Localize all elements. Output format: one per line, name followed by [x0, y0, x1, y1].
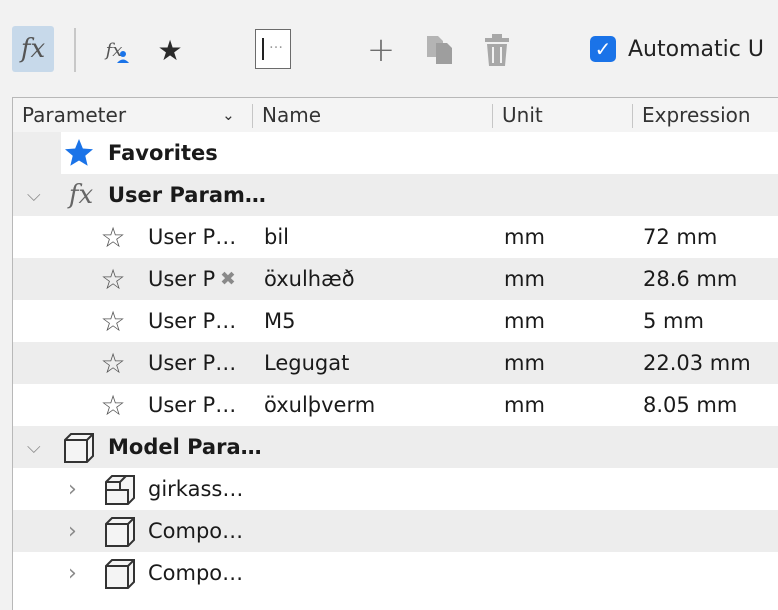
table-row[interactable]: ☆ User P… M5 mm 5 mm — [13, 300, 778, 342]
column-divider[interactable] — [632, 104, 633, 128]
expand-chevron-icon[interactable]: › — [68, 468, 77, 510]
column-divider[interactable] — [252, 104, 253, 128]
parameters-fx-button[interactable]: fx — [12, 26, 54, 72]
name-cell[interactable]: öxulhæð — [264, 258, 355, 300]
automatic-update-checkbox[interactable]: ✓ — [590, 36, 616, 62]
model-row[interactable]: › Compo… — [13, 510, 778, 552]
user-parameter-button[interactable]: fx — [98, 30, 138, 70]
column-divider[interactable] — [492, 104, 493, 128]
model-row-label: Compo… — [148, 561, 244, 585]
parameter-cell: User P… — [148, 351, 237, 375]
name-cell[interactable]: M5 — [264, 300, 295, 342]
column-header-name[interactable]: Name — [262, 98, 321, 132]
model-parameters-group-row[interactable]: ⌵ Model Para… — [13, 426, 778, 468]
parameter-cell: User P… — [148, 225, 237, 249]
favorites-star-icon — [61, 132, 97, 174]
user-parameters-group-row[interactable]: ⌵ fx User Param… — [13, 174, 778, 216]
expand-chevron-icon[interactable]: › — [68, 510, 77, 552]
parameters-table: Parameter ⌄ Name Unit Expression Favorit… — [12, 97, 778, 610]
model-row-label: Compo… — [148, 519, 244, 543]
delete-trash-icon[interactable] — [480, 30, 514, 70]
sort-chevron-icon[interactable]: ⌄ — [222, 106, 235, 124]
model-row[interactable]: › girkass… — [13, 468, 778, 510]
parameter-cell: User P… — [148, 393, 237, 417]
collapse-chevron-icon[interactable]: ⌵ — [27, 174, 41, 216]
row-gutter — [13, 132, 61, 174]
expression-cell[interactable]: 22.03 mm — [643, 342, 751, 384]
favorite-star-outline-icon[interactable]: ☆ — [97, 216, 129, 258]
automatic-update-label: Automatic U — [628, 36, 764, 62]
column-header-unit[interactable]: Unit — [502, 98, 543, 132]
favorite-star-outline-icon[interactable]: ☆ — [97, 384, 129, 426]
add-plus-icon[interactable]: + — [364, 30, 398, 70]
name-cell[interactable]: Legugat — [264, 342, 349, 384]
group-label: User Param… — [108, 183, 266, 207]
favorites-label: Favorites — [108, 141, 218, 165]
unit-cell[interactable]: mm — [504, 342, 545, 384]
model-row[interactable]: › Compo… — [13, 552, 778, 594]
expand-chevron-icon[interactable]: › — [68, 552, 77, 594]
delete-x-icon[interactable]: ✖ — [218, 258, 238, 300]
parameter-cell: User P… — [148, 309, 237, 333]
text-caret — [262, 38, 264, 60]
expression-cell[interactable]: 28.6 mm — [643, 258, 737, 300]
column-label: Expression — [642, 103, 751, 127]
expression-cell[interactable]: 5 mm — [643, 300, 704, 342]
column-label: Unit — [502, 103, 543, 127]
assembly-icon — [102, 468, 138, 510]
model-row-label: girkass… — [148, 477, 244, 501]
column-label: Parameter — [22, 103, 127, 127]
expression-cell[interactable]: 8.05 mm — [643, 384, 737, 426]
filter-placeholder: … — [269, 36, 283, 52]
toolbar: fx fx ★ … + ✓ Automatic U — [0, 0, 778, 96]
favorites-row[interactable]: Favorites — [13, 132, 778, 174]
collapse-chevron-icon[interactable]: ⌵ — [27, 426, 41, 468]
table-row[interactable]: ☆ User P… öxulþverm mm 8.05 mm — [13, 384, 778, 426]
toolbar-separator — [74, 28, 76, 72]
favorite-star-outline-icon[interactable]: ☆ — [97, 300, 129, 342]
column-header-parameter[interactable]: Parameter ⌄ — [22, 98, 235, 132]
column-label: Name — [262, 103, 322, 127]
fx-icon: fx — [20, 34, 46, 64]
user-icon — [117, 51, 130, 63]
favorite-star-outline-icon[interactable]: ☆ — [97, 258, 129, 300]
column-header-expression[interactable]: Expression — [642, 98, 751, 132]
unit-cell[interactable]: mm — [504, 384, 545, 426]
name-cell[interactable]: öxulþverm — [264, 384, 375, 426]
model-cube-icon — [61, 426, 97, 468]
table-row[interactable]: ☆ User P… bil mm 72 mm — [13, 216, 778, 258]
component-icon — [102, 552, 138, 594]
favorites-star-icon[interactable]: ★ — [150, 30, 190, 70]
table-header: Parameter ⌄ Name Unit Expression — [13, 98, 778, 132]
table-row[interactable]: ☆ User P… Legugat mm 22.03 mm — [13, 342, 778, 384]
filter-input[interactable]: … — [255, 29, 291, 69]
unit-cell[interactable]: mm — [504, 216, 545, 258]
unit-cell[interactable]: mm — [504, 300, 545, 342]
table-row[interactable]: ☆ User P ✖ öxulhæð mm 28.6 mm — [13, 258, 778, 300]
automatic-update-toggle[interactable]: ✓ Automatic U — [590, 32, 764, 66]
copy-icon[interactable] — [420, 30, 460, 70]
favorite-star-outline-icon[interactable]: ☆ — [97, 342, 129, 384]
group-label: Model Para… — [108, 435, 262, 459]
expression-cell[interactable]: 72 mm — [643, 216, 717, 258]
fx-icon: fx — [68, 180, 94, 210]
component-icon — [102, 510, 138, 552]
parameter-cell: User P — [148, 267, 216, 291]
name-cell[interactable]: bil — [264, 216, 289, 258]
unit-cell[interactable]: mm — [504, 258, 545, 300]
